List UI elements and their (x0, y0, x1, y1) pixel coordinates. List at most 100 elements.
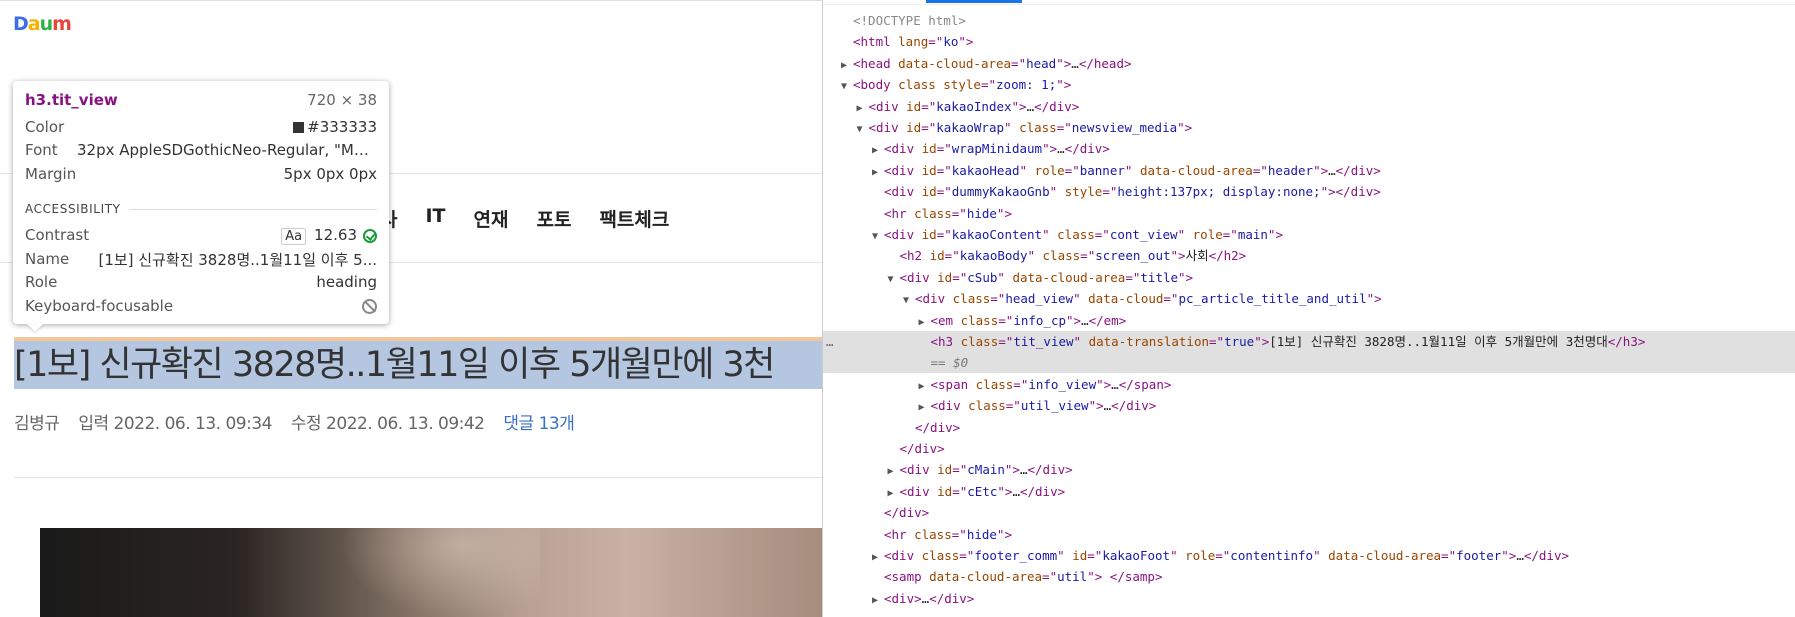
code-token: " (1027, 248, 1043, 264)
code-token: =" (990, 291, 1006, 307)
code-token: true (1224, 334, 1255, 349)
code-token: kakaoBody (959, 248, 1028, 264)
code-token: =" (1215, 548, 1231, 563)
code-token: "> (958, 34, 974, 50)
code-token: " (1124, 162, 1140, 178)
code-token: </span> (1118, 376, 1172, 392)
code-token: "> (1056, 77, 1072, 93)
code-token: " (1073, 334, 1089, 349)
code-token: " (1019, 162, 1035, 178)
code-token: info_cp (1013, 312, 1066, 328)
code-token: class (1042, 248, 1081, 264)
dom-node-line[interactable]: ▶ <em class="info_cp">…</em> (823, 310, 1795, 331)
code-token: "> (1267, 227, 1283, 242)
dom-node-line[interactable]: ▶ <div class="footer_comm" id="kakaoFoot"… (823, 545, 1795, 566)
code-token: role (1185, 548, 1216, 563)
dom-node-line[interactable]: <hr class="hide"> (823, 203, 1795, 224)
dom-node-line[interactable]: <html lang="ko"> (823, 31, 1795, 52)
dom-node-line[interactable]: … <h3 class="tit_view" data-translation="… (823, 331, 1795, 352)
code-token: <body (853, 77, 899, 93)
dom-node-line[interactable]: ▼ <div id="kakaoWrap" class="newsview_med… (823, 117, 1795, 138)
code-token: <span (930, 376, 976, 392)
expand-triangle-icon[interactable]: ▶ (857, 98, 869, 119)
expand-triangle-icon[interactable]: ▶ (888, 461, 900, 482)
expand-triangle-icon[interactable]: ▶ (872, 547, 884, 568)
nav-item-photo[interactable]: 포토 (536, 205, 571, 235)
code-token: </div> (1335, 162, 1381, 178)
dom-node-line[interactable]: </div> (823, 438, 1795, 459)
expand-triangle-icon[interactable]: ▶ (872, 162, 884, 183)
dom-node-line[interactable]: ▶ <head data-cloud-area="head">…</head> (823, 53, 1795, 74)
code-token: =" (952, 462, 968, 478)
collapse-triangle-icon[interactable]: ▼ (872, 226, 884, 247)
code-token: "> (1066, 312, 1082, 328)
code-token: footer_comm (974, 548, 1058, 563)
role-label: Role (25, 273, 58, 291)
code-token: util (1057, 569, 1088, 585)
dom-node-line[interactable]: ▶ <div id="cEtc">…</div> (823, 481, 1795, 502)
dom-node-line[interactable]: ▶ <div id="cMain">…</div> (823, 459, 1795, 480)
dom-node-line[interactable]: ▼ <div id="kakaoContent" class="cont_view… (823, 224, 1795, 245)
code-token: lang (898, 34, 929, 50)
code-token: class style (898, 77, 981, 93)
nav-item-series[interactable]: 연재 (474, 205, 509, 235)
dom-node-line[interactable]: <div id="dummyKakaoGnb" style="height:13… (823, 181, 1795, 202)
code-token: =" (1252, 162, 1268, 178)
nav-item-it[interactable]: IT (425, 205, 445, 235)
code-token: id (929, 248, 945, 264)
code-token: </div> (1064, 141, 1110, 157)
dom-node-line[interactable]: == $0 (823, 352, 1795, 374)
dom-node-line[interactable]: ▶ <div>…</div> (823, 588, 1795, 609)
dom-node-line[interactable]: <!DOCTYPE html> (823, 10, 1795, 31)
comment-link[interactable]: 댓글 13개 (503, 414, 574, 434)
collapse-triangle-icon[interactable]: ▼ (903, 290, 915, 311)
dom-node-line[interactable]: ▶ <div id="kakaoHead" role="banner" data-… (823, 160, 1795, 181)
code-token: =" (980, 77, 997, 93)
dom-node-line[interactable]: ▶ <div id="wrapMinidaum">…</div> (823, 138, 1795, 159)
name-label: Name (25, 250, 70, 268)
dom-node-line[interactable]: ▶ <div id="kakaoIndex">…</div> (823, 96, 1795, 117)
dom-node-line[interactable]: </div> (823, 502, 1795, 523)
collapse-triangle-icon[interactable]: ▼ (841, 76, 853, 97)
collapse-triangle-icon[interactable]: ▼ (857, 119, 869, 140)
dom-node-line[interactable]: ▶ <span class="info_view">…</span> (823, 374, 1795, 395)
author: 김병규 (14, 414, 60, 434)
more-options-icon[interactable]: … (826, 331, 834, 352)
code-token: height:137px; display:none; (1117, 184, 1321, 200)
code-token: … (1019, 462, 1028, 478)
active-tab-indicator (926, 0, 1022, 3)
accessibility-heading: ACCESSIBILITY (25, 202, 121, 216)
expand-triangle-icon[interactable]: ▶ (888, 483, 900, 504)
code-token: "> (1096, 376, 1112, 392)
code-token: id (921, 184, 937, 200)
dom-node-line[interactable]: ▶ <div class="util_view">…</div> (823, 395, 1795, 416)
dom-node-line[interactable]: ▼ <div class="head_view" data-cloud="pc_a… (823, 288, 1795, 309)
nav-item-factcheck[interactable]: 팩트체크 (599, 205, 669, 235)
code-token: <hr (884, 526, 915, 542)
code-token: " (1170, 548, 1186, 563)
code-token: =" (952, 269, 968, 285)
expand-triangle-icon[interactable]: ▶ (919, 397, 931, 418)
dom-node-line[interactable]: </div> (823, 417, 1795, 438)
code-token: … (1516, 548, 1524, 563)
code-token: class (1057, 227, 1095, 242)
code-token: kakaoIndex (936, 98, 1012, 114)
daum-logo[interactable]: Daum (13, 13, 72, 35)
dom-node-line[interactable]: <h2 id="kakaoBody" class="screen_out">사회… (823, 245, 1795, 266)
code-token: data-cloud (1088, 291, 1164, 307)
code-token: role (1034, 162, 1065, 178)
dom-node-line[interactable]: <samp data-cloud-area="util"> </samp> (823, 566, 1795, 587)
collapse-triangle-icon[interactable]: ▼ (888, 269, 900, 290)
code-token: </div> (1523, 548, 1570, 563)
expand-triangle-icon[interactable]: ▶ (919, 376, 931, 397)
expand-triangle-icon[interactable]: ▶ (841, 55, 853, 76)
dom-node-line[interactable]: ▼ <div id="cSub" data-cloud-area="title"> (823, 267, 1795, 288)
code-token: <div (915, 291, 953, 307)
code-token: "> (1011, 98, 1027, 114)
expand-triangle-icon[interactable]: ▶ (872, 140, 884, 161)
code-token: data-cloud-area (898, 55, 1012, 71)
dom-node-line[interactable]: <hr class="hide"> (823, 524, 1795, 545)
expand-triangle-icon[interactable]: ▶ (919, 312, 931, 333)
dom-node-line[interactable]: ▼ <body class style="zoom: 1;"> (823, 74, 1795, 95)
expand-triangle-icon[interactable]: ▶ (872, 590, 884, 611)
